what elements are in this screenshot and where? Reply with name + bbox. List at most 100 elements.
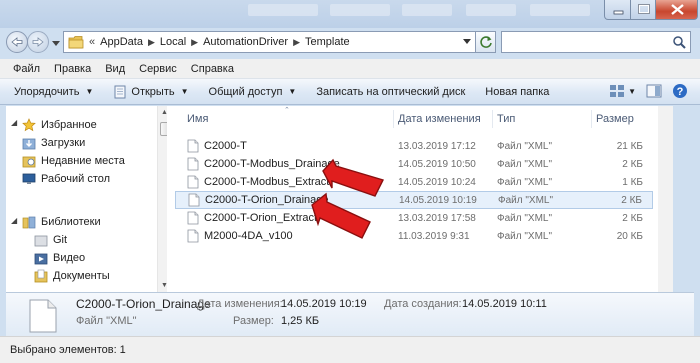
nav-item-libraries[interactable]: Библиотеки	[22, 213, 101, 230]
file-name-cell: C2000-T-Modbus_Extract	[187, 175, 329, 189]
menu-bar: Файл Правка Вид Сервис Справка	[0, 59, 700, 79]
close-button[interactable]	[655, 0, 698, 20]
details-size-label: Размер:	[233, 315, 274, 327]
nav-label: Загрузки	[41, 136, 86, 149]
column-divider[interactable]	[591, 110, 592, 128]
breadcrumb-chevron-icon[interactable]: ▶	[293, 37, 300, 48]
menu-edit[interactable]: Правка	[54, 63, 91, 75]
xml-file-icon	[187, 211, 199, 225]
new-folder-button[interactable]: Новая папка	[485, 86, 549, 98]
menu-file[interactable]: Файл	[13, 63, 40, 75]
breadcrumb-chevron-icon[interactable]: ▶	[148, 37, 155, 48]
sort-caret-icon: ⌃	[284, 107, 290, 114]
nav-label: Недавние места	[41, 154, 125, 167]
chevron-down-icon	[52, 41, 60, 46]
file-row[interactable]: M2000-4DA_v100 11.03.2019 9:31 Файл "XML…	[175, 227, 653, 245]
expand-arrow-icon[interactable]: ◢	[11, 216, 17, 225]
breadcrumb-label: AutomationDriver	[203, 36, 289, 48]
file-row[interactable]: C2000-T-Modbus_Extract 14.05.2019 10:24 …	[175, 173, 653, 191]
organize-button[interactable]: Упорядочить ▼	[14, 86, 93, 98]
file-name: C2000-T	[204, 140, 247, 152]
file-size: 21 КБ	[616, 140, 643, 152]
nav-item-video[interactable]: Видео	[34, 249, 85, 266]
nav-item-downloads[interactable]: Загрузки	[22, 134, 85, 151]
file-name-cell: C2000-T-Modbus_Drainage	[187, 157, 340, 171]
help-button[interactable]: ?	[672, 83, 688, 99]
file-row[interactable]: C2000-T-Orion_Extract 13.03.2019 17:58 Ф…	[175, 209, 653, 227]
breadcrumb-item[interactable]: Local ▶	[160, 36, 203, 48]
menu-help[interactable]: Справка	[191, 63, 234, 75]
search-icon	[673, 36, 686, 49]
background-window-hint	[330, 4, 390, 16]
xml-file-icon	[187, 229, 199, 243]
xml-file-large-icon	[29, 299, 57, 333]
breadcrumb-item[interactable]: AppData ▶	[100, 36, 160, 48]
file-size: 20 КБ	[616, 230, 643, 242]
menu-view[interactable]: Вид	[105, 63, 125, 75]
file-row-selected[interactable]: C2000-T-Orion_Drainage 14.05.2019 10:19 …	[175, 191, 653, 209]
file-name-cell: C2000-T	[187, 139, 247, 153]
nav-item-git[interactable]: Git	[34, 231, 67, 248]
nav-item-favorites[interactable]: Избранное	[22, 116, 97, 133]
refresh-button[interactable]	[476, 31, 496, 53]
file-row[interactable]: C2000-T 13.03.2019 17:12 Файл "XML" 21 К…	[175, 137, 653, 155]
file-name: C2000-T-Orion_Extract	[204, 212, 318, 224]
preview-pane-button[interactable]	[646, 84, 662, 98]
star-icon	[22, 117, 36, 131]
column-header-type[interactable]: Тип	[497, 110, 515, 128]
documents-icon	[34, 269, 48, 282]
expand-arrow-icon[interactable]: ◢	[11, 118, 17, 127]
file-list-scrollbar[interactable]	[658, 106, 673, 292]
file-name: C2000-T-Modbus_Extract	[204, 176, 330, 188]
breadcrumb-label: Template	[304, 36, 350, 48]
details-pane: C2000-T-Orion_Drainage Файл "XML" Дата и…	[6, 292, 694, 336]
column-header-date[interactable]: Дата изменения	[398, 110, 481, 128]
share-button[interactable]: Общий доступ ▼	[209, 86, 297, 98]
file-row[interactable]: C2000-T-Modbus_Drainage 14.05.2019 10:50…	[175, 155, 653, 173]
view-controls: ▼ ?	[599, 83, 688, 99]
command-bar: Упорядочить ▼ Открыть ▼ Общий доступ ▼ З…	[0, 79, 700, 105]
help-icon: ?	[673, 84, 687, 98]
chevron-down-icon: ▼	[628, 86, 636, 96]
address-history-dropdown[interactable]	[459, 32, 475, 52]
nav-item-desktop[interactable]: Рабочий стол	[22, 170, 110, 187]
file-name: C2000-T-Modbus_Drainage	[204, 158, 340, 170]
column-divider[interactable]	[393, 110, 394, 128]
file-type: Файл "XML"	[497, 212, 553, 224]
menu-tools[interactable]: Сервис	[139, 63, 177, 75]
forward-button[interactable]	[27, 31, 49, 53]
column-divider[interactable]	[492, 110, 493, 128]
breadcrumb-item[interactable]: AutomationDriver ▶	[203, 36, 305, 48]
change-view-button[interactable]: ▼	[609, 84, 636, 98]
nav-item-recent[interactable]: Недавние места	[22, 152, 125, 169]
breadcrumb-chevron-icon[interactable]: ▶	[191, 37, 198, 48]
chevron-down-icon	[463, 39, 471, 44]
svg-text:?: ?	[677, 86, 684, 98]
file-name: M2000-4DA_v100	[204, 230, 293, 242]
nav-label: Библиотеки	[41, 215, 101, 228]
organize-label: Упорядочить	[14, 85, 80, 98]
breadcrumb-overflow[interactable]: «	[89, 36, 95, 48]
file-size: 2 КБ	[621, 194, 642, 206]
search-input[interactable]	[501, 31, 691, 53]
column-header-name[interactable]: Имя	[187, 110, 208, 128]
xml-file-icon	[187, 157, 199, 171]
share-label: Общий доступ	[208, 85, 283, 98]
background-window-hint	[248, 4, 318, 16]
minimize-button[interactable]	[604, 0, 631, 20]
details-created-value: 14.05.2019 10:11	[462, 298, 547, 310]
file-date: 13.03.2019 17:58	[398, 212, 476, 224]
column-header-size[interactable]: Размер	[596, 110, 634, 128]
breadcrumb-item[interactable]: Template	[305, 36, 350, 48]
maximize-button[interactable]	[630, 0, 656, 20]
arrow-right-icon	[32, 37, 44, 47]
xml-file-icon	[187, 175, 199, 189]
back-button[interactable]	[6, 31, 28, 53]
address-bar[interactable]: « AppData ▶ Local ▶ AutomationDriver ▶ Temp…	[63, 31, 476, 53]
open-button[interactable]: Открыть ▼	[113, 85, 189, 99]
file-type: Файл "XML"	[497, 140, 553, 152]
nav-item-documents[interactable]: Документы	[34, 267, 110, 284]
burn-disc-button[interactable]: Записать на оптический диск	[316, 86, 465, 98]
recent-pages-dropdown[interactable]	[52, 38, 60, 50]
file-list: ⌃ Имя Дата изменения Тип Размер C2000-T …	[167, 106, 658, 292]
